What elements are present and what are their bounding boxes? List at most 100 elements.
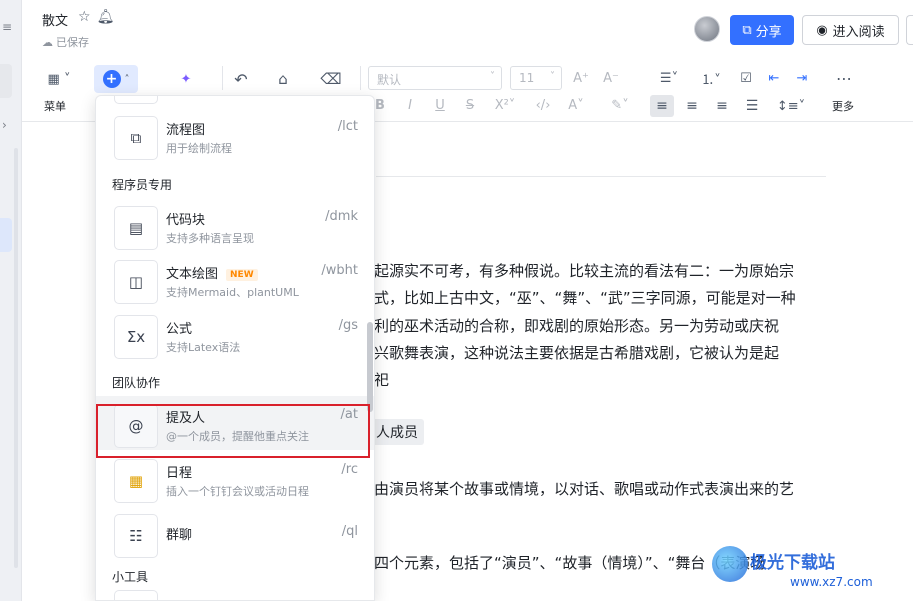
new-badge: NEW — [226, 269, 258, 281]
text-diagram-icon: ◫ — [114, 260, 158, 304]
menu-item-text-diagram[interactable]: ◫ 文本绘图 NEW 支持Mermaid、plantUML /wbht — [96, 252, 374, 306]
chevron-up-icon: ˄ — [124, 73, 130, 85]
menu-item-title-text: 文本绘图 — [166, 267, 219, 282]
menu-item-shortcut: /dmk — [325, 209, 358, 224]
superscript-icon[interactable]: X²˅ — [492, 94, 518, 116]
menu-item-code-block[interactable]: ▤ 代码块 支持多种语言呈现 /dmk — [96, 198, 374, 252]
paragraph-line[interactable]: 兴歌舞表演，这种说法主要依据是古希腊戏剧，它被认为是起 — [374, 342, 779, 363]
font-family-select[interactable]: 默认 ˅ — [368, 66, 502, 90]
menu-scrollbar[interactable] — [367, 322, 373, 412]
section-tools: 小工具 — [112, 570, 149, 584]
bell-icon[interactable]: 🔔︎ — [97, 9, 121, 25]
bullet-list-icon[interactable]: ☰˅ — [652, 66, 686, 90]
outdent-icon[interactable]: ⇤ — [764, 66, 784, 90]
menu-item-desc: 用于绘制流程 — [166, 142, 232, 155]
share-label: 分享 — [755, 24, 782, 40]
formula-icon: Σx — [114, 315, 158, 359]
font-family-value: 默认 — [377, 73, 402, 87]
doc-title[interactable]: 散文 — [42, 10, 68, 29]
menu-item-title: 流程图 — [166, 123, 206, 138]
menu-item-shortcut: /rc — [341, 462, 358, 477]
mention-chip[interactable]: 人成员 — [370, 419, 424, 445]
sidebar-selected-item[interactable] — [0, 218, 12, 252]
paragraph-line[interactable]: 起源实不可考，有多种假说。比较主流的看法有二：一为原始宗 — [374, 260, 794, 281]
sidebar-collapse-icon[interactable]: › — [2, 118, 7, 132]
italic-icon[interactable]: I — [402, 94, 418, 116]
font-color-icon[interactable]: A˅ — [562, 94, 590, 116]
plus-icon: + — [102, 70, 121, 88]
doc-header: 散文 ☆🔔︎ ☁ 已保存 ⧉ 分享 ◉ 进入阅读 — [22, 0, 913, 52]
more-icon[interactable]: ⋯ — [832, 66, 856, 90]
menu-item-formula[interactable]: Σx 公式 支持Latex语法 /gs — [96, 307, 374, 361]
align-right-icon[interactable]: ≡ — [712, 95, 732, 117]
underline-icon[interactable]: U — [432, 94, 448, 116]
menu-item-title: 代码块 — [166, 213, 206, 228]
section-team: 团队协作 — [112, 376, 161, 390]
menu-label: 菜单 — [44, 100, 66, 113]
menu-item-desc: 支持Mermaid、plantUML — [166, 286, 299, 299]
divider — [222, 66, 223, 90]
inline-code-icon[interactable]: ‹/› — [532, 94, 554, 116]
calendar-icon: ▦ — [114, 459, 158, 503]
eraser-icon[interactable]: ⌫ — [318, 66, 344, 92]
save-status-text: 已保存 — [56, 36, 89, 49]
title-actions: ☆🔔︎ — [78, 9, 120, 25]
paragraph-line[interactable]: 由演员将某个故事或情境，以对话、歌唱或动作式表演出来的艺 — [374, 478, 794, 499]
strikethrough-icon[interactable]: S — [462, 94, 478, 116]
menu-item-partial[interactable] — [114, 96, 158, 104]
menu-item-desc: 插入一个钉钉会议或活动日程 — [166, 485, 309, 498]
left-sidebar-strip: ≡ › — [0, 0, 22, 601]
sidebar-menu-icon[interactable]: ≡ — [2, 20, 12, 34]
insert-button[interactable]: + ˄ — [94, 65, 138, 93]
highlight-icon[interactable]: ✎˅ — [606, 94, 634, 116]
align-center-icon[interactable]: ≡ — [682, 95, 702, 117]
insert-menu: ⧉ 流程图 用于绘制流程 /lct 程序员专用 ▤ 代码块 支持多种语言呈现 /… — [95, 95, 375, 601]
read-mode-button[interactable]: ◉ 进入阅读 — [802, 15, 899, 45]
watermark-url: www.xz7.com — [790, 575, 873, 589]
eye-icon: ◉ — [816, 22, 828, 38]
decrease-font-icon[interactable]: A⁻ — [600, 66, 622, 90]
sidebar-item[interactable] — [0, 64, 12, 98]
menu-item-shortcut: /gs — [338, 318, 358, 333]
watermark-name: 极光下载站 — [750, 553, 835, 573]
ai-magic-icon[interactable]: ✦ — [172, 66, 200, 92]
menu-item-schedule[interactable]: ▦ 日程 插入一个钉钉会议或活动日程 /rc — [96, 451, 374, 505]
star-icon[interactable]: ☆ — [78, 9, 97, 25]
menu-item-flowchart[interactable]: ⧉ 流程图 用于绘制流程 /lct — [96, 108, 374, 162]
menu-item-group-chat[interactable]: ☷ 群聊 /ql — [96, 506, 374, 560]
menu-item-shortcut: /lct — [337, 119, 358, 134]
undo-icon[interactable]: ↶ — [228, 66, 254, 92]
menu-item-title: 日程 — [166, 466, 193, 481]
watermark-logo-icon — [712, 546, 748, 582]
increase-font-icon[interactable]: A⁺ — [570, 66, 592, 90]
highlight-annotation-box — [96, 404, 370, 458]
font-size-select[interactable]: 11 ˅ — [510, 66, 562, 90]
avatar[interactable] — [694, 16, 720, 42]
menu-grid-icon[interactable]: ▦ ˅ — [42, 68, 76, 90]
share-icon: ⧉ — [742, 22, 752, 38]
flowchart-icon: ⧉ — [114, 116, 158, 160]
menu-item-partial[interactable] — [114, 590, 158, 600]
code-block-icon: ▤ — [114, 206, 158, 250]
paragraph-line[interactable]: 式，比如上古中文，“巫”、“舞”、“武”三字同源，可能是对一种 — [374, 287, 796, 308]
menu-item-title: 文本绘图 NEW — [166, 263, 258, 282]
format-painter-icon[interactable]: ⌂ — [270, 66, 296, 92]
align-left-icon: ≡ — [656, 98, 668, 114]
menu-item-desc: 支持Latex语法 — [166, 341, 241, 354]
header-overflow-button[interactable] — [906, 15, 913, 45]
more-label: 更多 — [832, 100, 854, 113]
chevron-down-icon: ˅ — [490, 71, 495, 82]
share-button[interactable]: ⧉ 分享 — [730, 15, 794, 45]
menu-item-shortcut: /ql — [341, 524, 358, 539]
paragraph-line[interactable]: 四个元素，包括了“演员”、“故事（情境）”、“舞台（表演场 — [374, 552, 765, 573]
justify-icon[interactable]: ☰ — [742, 95, 762, 117]
paragraph-line[interactable]: 利的巫术活动的合称，即戏剧的原始形态。另一为劳动或庆祝 — [374, 315, 779, 336]
paragraph-line[interactable]: 祀 — [374, 369, 389, 390]
cloud-check-icon: ☁ — [42, 36, 53, 49]
numbered-list-icon[interactable]: ⒈˅ — [694, 66, 728, 90]
line-height-icon[interactable]: ↕≡˅ — [774, 95, 808, 117]
sidebar-scrollbar[interactable] — [14, 148, 18, 568]
chevron-down-icon: ˅ — [550, 71, 555, 82]
indent-icon[interactable]: ⇥ — [792, 66, 812, 90]
checklist-icon[interactable]: ☑ — [736, 66, 756, 90]
